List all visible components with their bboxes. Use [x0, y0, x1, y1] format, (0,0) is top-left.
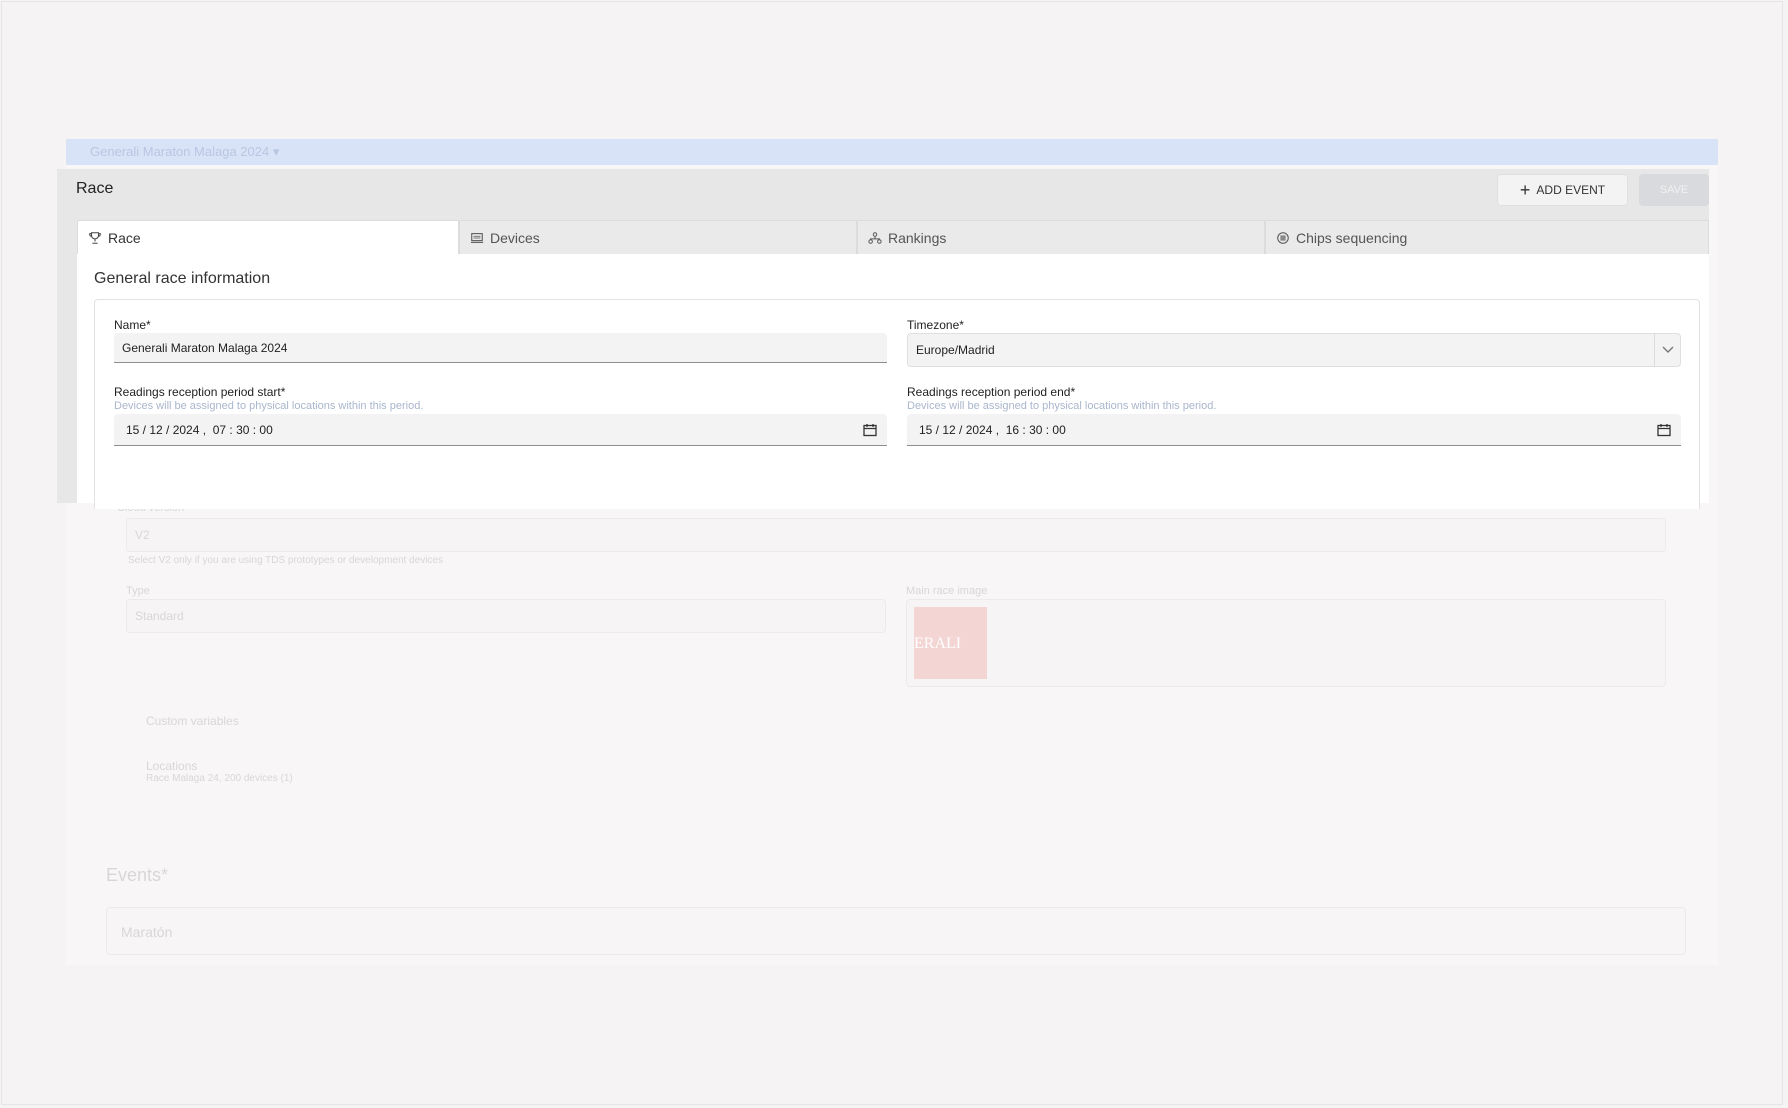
main-image-box: ERALI — [906, 599, 1666, 687]
race-panel: General race information Name* Generali … — [77, 254, 1709, 509]
general-info-card: Name* Generali Maraton Malaga 2024 Timez… — [94, 299, 1700, 509]
main-image-label: Main race image — [906, 585, 988, 597]
race-selector-bar[interactable]: Generali Maraton Malaga 2024 ▾ — [66, 139, 1718, 165]
save-button[interactable]: SAVE — [1639, 174, 1709, 206]
trophy-icon — [89, 231, 101, 244]
race-modal: Race + ADD EVENT SAVE Race Devices Ranki… — [57, 169, 1709, 509]
device-icon — [470, 232, 484, 243]
tab-race[interactable]: Race — [77, 220, 459, 254]
race-selector[interactable]: Generali Maraton Malaga 2024 ▾ — [90, 144, 279, 160]
name-field[interactable]: Generali Maraton Malaga 2024 — [114, 333, 887, 363]
events-title: Events* — [106, 865, 169, 885]
race-image: ERALI — [914, 607, 987, 679]
cloud-version-value: V2 — [135, 528, 150, 542]
end-value: 15 / 12 / 2024 , 16 : 30 : 00 — [919, 422, 1066, 437]
add-event-label: ADD EVENT — [1536, 183, 1606, 197]
type-value: Standard — [135, 609, 184, 623]
start-value: 15 / 12 / 2024 , 07 : 30 : 00 — [126, 422, 273, 437]
event-item-label: Maratón — [121, 924, 173, 940]
tab-rankings[interactable]: Rankings — [857, 220, 1265, 254]
tab-race-label: Race — [108, 229, 141, 246]
start-hint: Devices will be assigned to physical loc… — [114, 400, 424, 412]
name-value: Generali Maraton Malaga 2024 — [122, 340, 288, 355]
end-datetime-field[interactable]: 15 / 12 / 2024 , 16 : 30 : 00 — [907, 414, 1681, 446]
chevron-down-icon[interactable] — [1654, 334, 1680, 366]
race-image-text: ERALI — [914, 635, 962, 652]
custom-variables[interactable]: Custom variables — [146, 714, 239, 728]
locations[interactable]: Locations — [146, 759, 197, 773]
cloud-version-select[interactable]: V2 — [126, 518, 1666, 552]
ranking-icon — [868, 231, 882, 244]
tab-bar: Race Devices Rankings Chips sequencing — [77, 220, 1709, 254]
calendar-icon[interactable] — [1657, 423, 1671, 437]
end-hint: Devices will be assigned to physical loc… — [907, 400, 1217, 412]
start-label: Readings reception period start* — [114, 385, 286, 399]
plus-icon: + — [1519, 180, 1531, 200]
type-label: Type — [126, 585, 150, 597]
tab-chips-sequencing[interactable]: Chips sequencing — [1265, 220, 1709, 254]
start-datetime-field[interactable]: 15 / 12 / 2024 , 07 : 30 : 00 — [114, 414, 887, 446]
tab-chips-sequencing-label: Chips sequencing — [1296, 229, 1408, 246]
section-title: General race information — [94, 270, 271, 287]
tab-devices-label: Devices — [490, 229, 540, 246]
timezone-select[interactable]: Europe/Madrid — [907, 333, 1681, 367]
timezone-value: Europe/Madrid — [916, 343, 995, 357]
timezone-label: Timezone* — [907, 318, 964, 332]
calendar-icon[interactable] — [863, 423, 877, 437]
end-label: Readings reception period end* — [907, 385, 1076, 399]
add-event-button[interactable]: + ADD EVENT — [1497, 174, 1628, 206]
name-label: Name* — [114, 318, 151, 332]
tab-rankings-label: Rankings — [888, 229, 947, 246]
locations-sub: Race Malaga 24, 200 devices (1) — [146, 773, 293, 784]
modal-title: Race — [76, 180, 114, 197]
type-select[interactable]: Standard — [126, 599, 886, 633]
race-selector-label: Generali Maraton Malaga 2024 — [90, 144, 270, 159]
cloud-warning: Select V2 only if you are using TDS prot… — [128, 555, 443, 566]
tab-devices[interactable]: Devices — [459, 220, 857, 254]
event-item[interactable]: Maratón — [106, 907, 1686, 955]
chip-icon — [1277, 231, 1289, 244]
